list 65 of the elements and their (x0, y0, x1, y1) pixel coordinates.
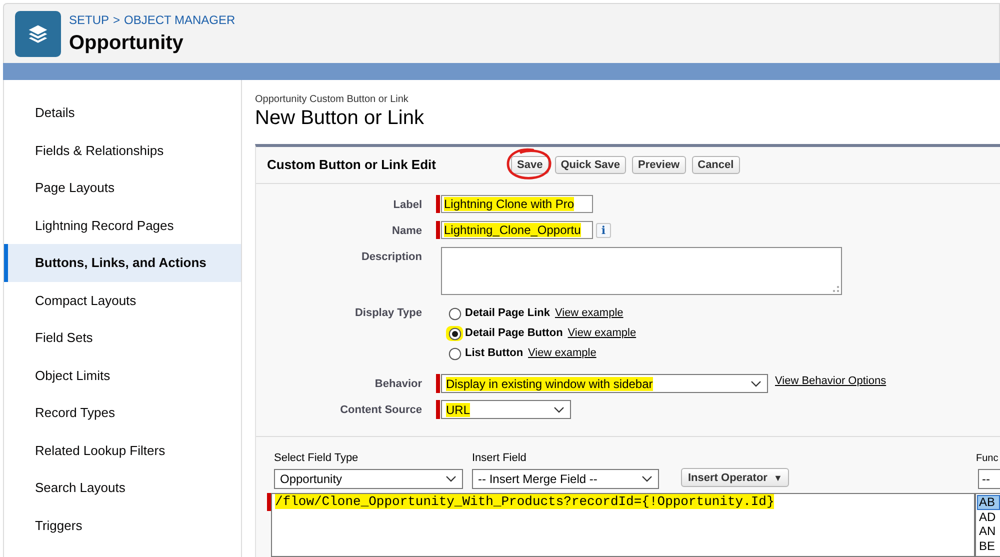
dropdown[interactable]: Opportunity (274, 469, 463, 489)
info-button[interactable]: i (596, 223, 611, 238)
chevron-down-icon (554, 406, 564, 412)
sidebar-item[interactable]: Related Lookup Filters (4, 432, 241, 469)
dropdown[interactable]: -- Insert Merge Field -- (472, 469, 659, 489)
breadcrumb-link[interactable]: OBJECT MANAGER (124, 12, 236, 26)
radio-button[interactable] (446, 306, 463, 320)
field-label: Content Source (340, 404, 422, 416)
sidebar-item[interactable]: Object Limits (4, 356, 241, 394)
action-button[interactable]: Cancel (692, 156, 740, 174)
option-label: Detail Page Link (465, 307, 550, 319)
view-example-link[interactable]: View example (554, 307, 624, 319)
sidebar-item[interactable]: Record Types (4, 394, 241, 432)
resize-grip-icon (833, 286, 839, 292)
sidebar-item[interactable]: Field Sets (4, 319, 241, 356)
field-label: Insert Field (472, 452, 526, 465)
panel-title: Custom Button or Link Edit (267, 157, 436, 172)
layers-icon (15, 10, 61, 56)
action-button[interactable]: Save (511, 156, 549, 174)
field-label: Display Type (354, 307, 422, 319)
text-field[interactable]: Lightning Clone with Pro (441, 195, 593, 213)
view-behavior-options-link[interactable]: View Behavior Options (775, 375, 886, 387)
dropdown[interactable]: URL (441, 400, 571, 419)
option-label: Detail Page Button (465, 327, 563, 339)
radio-button[interactable] (446, 326, 463, 340)
sidebar-item[interactable]: Details (4, 94, 241, 132)
formula-field[interactable]: /flow/Clone_Opportunity_With_Products?recordId={!Opportunity.Id} (271, 493, 975, 557)
sidebar-item[interactable]: Search Layouts (4, 469, 241, 506)
list-item[interactable]: AD (977, 510, 1000, 524)
action-button[interactable]: Preview (632, 156, 686, 174)
action-button[interactable]: Quick Save (554, 156, 626, 174)
chevron-down-icon (446, 476, 456, 482)
breadcrumb-link[interactable]: SETUP (69, 12, 110, 26)
dropdown[interactable]: -- (978, 469, 1000, 489)
list-item[interactable]: AB (977, 495, 1000, 510)
option-label: List Button (465, 347, 524, 359)
view-example-link[interactable]: View example (568, 327, 636, 339)
list-item[interactable]: AN (977, 524, 1000, 538)
sidebar-item[interactable]: Fields & Relationships (4, 132, 241, 169)
sidebar-item[interactable]: Lightning Record Pages (4, 206, 241, 244)
field-label: Select Field Type (274, 452, 358, 465)
page-subtitle: Opportunity Custom Button or Link (255, 94, 408, 105)
dropdown[interactable]: Display in existing window with sidebar (441, 374, 768, 393)
field-label: Name (392, 225, 422, 237)
description-field[interactable] (441, 247, 842, 295)
chevron-down-icon (642, 476, 652, 482)
field-label: Func (976, 452, 998, 465)
sidebar-item[interactable]: Triggers (4, 506, 241, 544)
function-list[interactable]: AB AD AN BE (975, 493, 1000, 557)
field-label: Label (393, 199, 422, 211)
caret-icon: ▼ (773, 472, 782, 482)
chevron-down-icon (751, 380, 761, 386)
breadcrumb-separator: > (113, 12, 120, 26)
insert-operator-button[interactable]: Insert Operator ▼ (681, 468, 790, 487)
text-field[interactable]: Lightning_Clone_Opportu (441, 221, 593, 239)
sidebar-item[interactable]: Buttons, Links, and Actions (4, 244, 241, 282)
radio-button[interactable] (446, 346, 463, 360)
page-title: New Button or Link (255, 107, 424, 129)
field-label: Behavior (374, 378, 422, 390)
object-title: Opportunity (69, 32, 184, 54)
list-item[interactable]: BE (977, 538, 1000, 553)
sidebar-item[interactable]: Compact Layouts (4, 282, 241, 319)
sidebar-item[interactable]: Page Layouts (4, 169, 241, 206)
view-example-link[interactable]: View example (528, 347, 596, 359)
field-label: Description (361, 251, 422, 263)
